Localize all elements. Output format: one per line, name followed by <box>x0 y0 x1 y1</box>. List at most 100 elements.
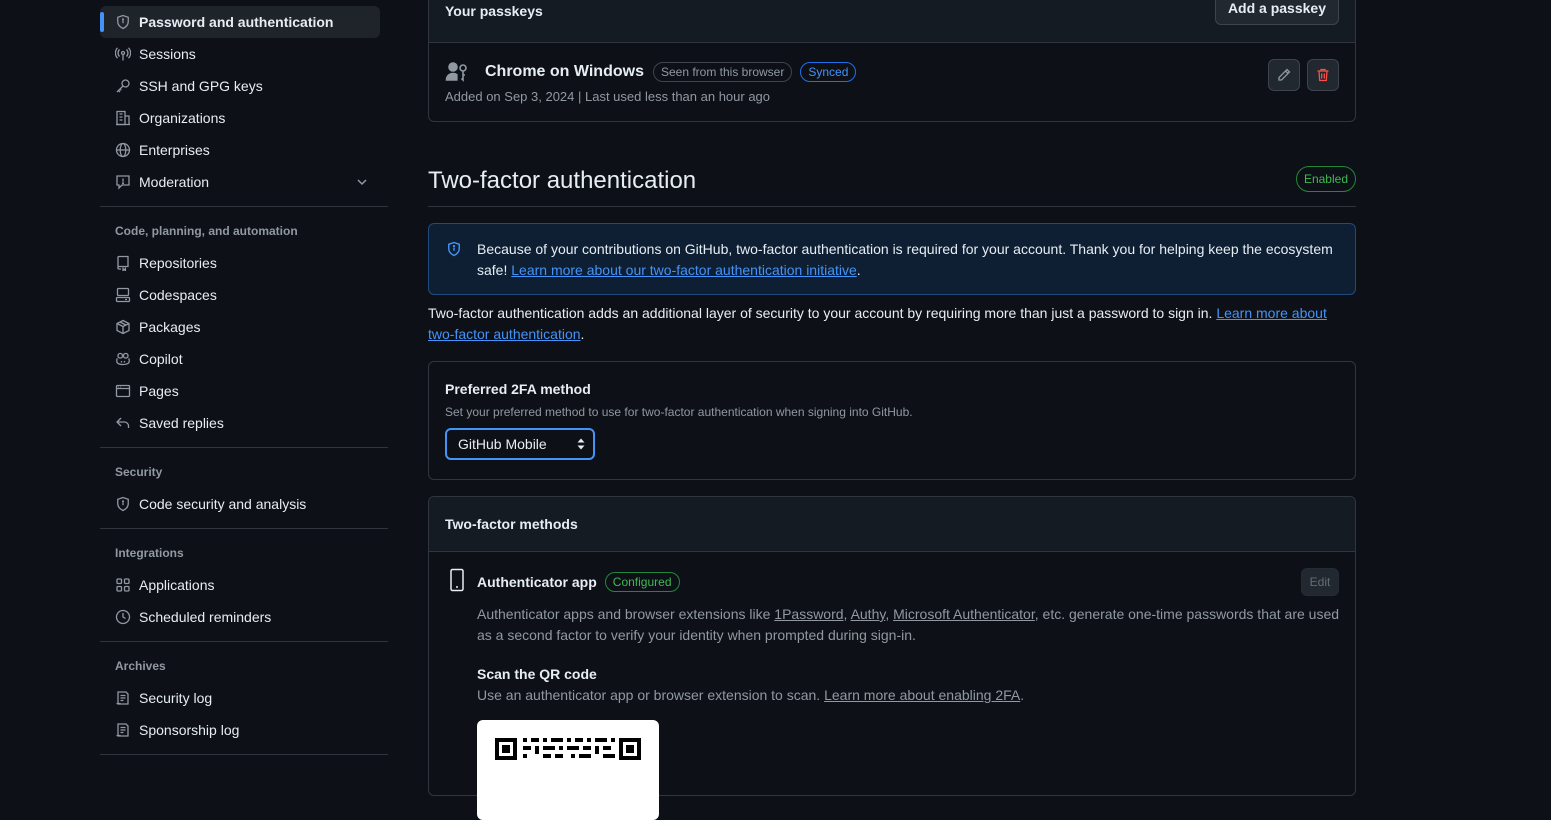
sidebar-divider <box>100 754 388 755</box>
passkey-meta: Added on Sep 3, 2024 | Last used less th… <box>445 89 771 104</box>
sidebar-item-security-log[interactable]: Security log <box>100 682 388 714</box>
delete-passkey-button[interactable] <box>1307 59 1339 91</box>
sidebar-item-applications[interactable]: Applications <box>100 569 388 601</box>
sidebar-divider <box>100 528 388 529</box>
two-factor-methods-title: Two-factor methods <box>429 497 1355 552</box>
sidebar-item-pages[interactable]: Pages <box>100 375 388 407</box>
browser-icon <box>115 383 131 399</box>
passkeys-title: Your passkeys <box>445 3 543 19</box>
scan-qr-title: Scan the QR code <box>477 666 597 682</box>
trash-icon <box>1315 67 1331 83</box>
selected-value: GitHub Mobile <box>458 436 547 452</box>
preferred-2fa-box: Preferred 2FA method Set your preferred … <box>428 361 1356 480</box>
sidebar-item-sponsorship-log[interactable]: Sponsorship log <box>100 714 388 746</box>
sidebar-item-label: Codespaces <box>139 287 217 303</box>
scan-qr-description: Use an authenticator app or browser exte… <box>477 687 1024 703</box>
sidebar-item-label: Security log <box>139 690 213 706</box>
two-factor-header: Two-factor authentication Enabled <box>428 160 1356 207</box>
edit-authenticator-button[interactable]: Edit <box>1301 568 1339 596</box>
sidebar-item-password-authentication[interactable]: Password and authentication <box>100 6 380 38</box>
report-icon <box>115 174 131 190</box>
sidebar-item-label: Repositories <box>139 255 217 271</box>
sidebar-item-label: Organizations <box>139 110 226 126</box>
sidebar-item-enterprises[interactable]: Enterprises <box>100 134 388 166</box>
sidebar-item-code-security[interactable]: Code security and analysis <box>100 488 388 520</box>
sidebar-item-repositories[interactable]: Repositories <box>100 247 388 279</box>
sidebar-item-label: Copilot <box>139 351 183 367</box>
organization-icon <box>115 110 131 126</box>
sidebar-item-codespaces[interactable]: Codespaces <box>100 279 388 311</box>
chevron-down-icon[interactable] <box>354 174 370 190</box>
sidebar-item-saved-replies[interactable]: Saved replies <box>100 407 388 439</box>
preferred-2fa-subtitle: Set your preferred method to use for two… <box>445 405 913 419</box>
codespaces-icon <box>115 287 131 303</box>
description-end: . <box>580 326 585 342</box>
authenticator-app-title: Authenticator app Configured <box>477 572 680 592</box>
sidebar-item-scheduled-reminders[interactable]: Scheduled reminders <box>100 601 388 633</box>
sidebar-item-label: Scheduled reminders <box>139 609 272 625</box>
qr-code-image <box>477 720 659 820</box>
sidebar-item-label: Code security and analysis <box>139 496 307 512</box>
scan-desc-end: . <box>1020 687 1025 703</box>
authenticator-app-title-text: Authenticator app <box>477 574 597 590</box>
authenticator-desc-sep2: , <box>885 606 894 622</box>
sidebar-item-moderation[interactable]: Moderation <box>100 166 388 198</box>
two-factor-description: Two-factor authentication adds an additi… <box>428 303 1356 345</box>
authy-link[interactable]: Authy <box>851 606 886 622</box>
sidebar-item-label: Pages <box>139 383 179 399</box>
log-icon <box>115 690 131 706</box>
preferred-2fa-title: Preferred 2FA method <box>445 381 591 397</box>
authenticator-app-description: Authenticator apps and browser extension… <box>477 604 1347 646</box>
learn-more-enabling-2fa-link[interactable]: Learn more about enabling 2FA <box>824 687 1020 703</box>
qr-code-icon <box>495 738 641 760</box>
seen-from-browser-badge: Seen from this browser <box>652 62 793 82</box>
passkey-name-text: Chrome on Windows <box>485 63 644 80</box>
sidebar-item-ssh-gpg-keys[interactable]: SSH and GPG keys <box>100 70 388 102</box>
configured-badge: Configured <box>604 572 680 592</box>
sidebar-divider <box>100 641 388 642</box>
edit-passkey-button[interactable] <box>1268 59 1300 91</box>
reply-icon <box>115 415 131 431</box>
two-factor-enabled-badge: Enabled <box>1295 166 1356 192</box>
sidebar-item-label: Saved replies <box>139 415 224 431</box>
scan-desc-text: Use an authenticator app or browser exte… <box>477 687 825 703</box>
sidebar-item-label: Enterprises <box>139 142 210 158</box>
sidebar-item-organizations[interactable]: Organizations <box>100 102 388 134</box>
apps-icon <box>115 577 131 593</box>
log-icon <box>115 722 131 738</box>
sidebar-item-label: Password and authentication <box>139 14 334 30</box>
sidebar-heading-integrations: Integrations <box>115 546 184 560</box>
shield-lock-icon <box>115 14 131 30</box>
sidebar-item-label: Sessions <box>139 46 196 62</box>
settings-sidebar: Password and authentication Sessions SSH… <box>100 0 388 763</box>
flash-end: . <box>856 262 861 278</box>
sidebar-divider <box>100 447 388 448</box>
microsoft-authenticator-link[interactable]: Microsoft Authenticator <box>893 606 1035 622</box>
synced-badge: Synced <box>800 62 857 82</box>
repo-icon <box>115 255 131 271</box>
sidebar-item-label: Sponsorship log <box>139 722 240 738</box>
authenticator-desc-sep1: , <box>843 606 851 622</box>
two-factor-info-flash: Because of your contributions on GitHub,… <box>428 223 1356 295</box>
globe-icon <box>115 142 131 158</box>
sidebar-item-packages[interactable]: Packages <box>100 311 388 343</box>
clock-icon <box>115 609 131 625</box>
1password-link[interactable]: 1Password <box>774 606 843 622</box>
pencil-icon <box>1276 67 1292 83</box>
passkey-item: Chrome on Windows Seen from this browser… <box>429 43 1355 123</box>
sidebar-heading-code: Code, planning, and automation <box>115 224 298 238</box>
page-section-title: Two-factor authentication <box>428 167 697 194</box>
sidebar-item-sessions[interactable]: Sessions <box>100 38 388 70</box>
flash-learn-more-link[interactable]: Learn more about our two-factor authenti… <box>511 262 857 278</box>
preferred-2fa-select[interactable]: GitHub Mobile <box>445 428 595 460</box>
passkeys-box: Your passkeys Add a passkey Chrome on Wi… <box>428 0 1356 122</box>
sidebar-item-copilot[interactable]: Copilot <box>100 343 388 375</box>
sidebar-heading-security: Security <box>115 465 163 479</box>
authenticator-desc-pre: Authenticator apps and browser extension… <box>477 606 775 622</box>
device-mobile-icon <box>445 568 469 592</box>
passkey-icon <box>445 60 469 84</box>
passkey-name: Chrome on Windows Seen from this browser… <box>485 62 857 82</box>
shield-lock-icon <box>115 496 131 512</box>
description-text: Two-factor authentication adds an additi… <box>428 305 1217 321</box>
add-passkey-button[interactable]: Add a passkey <box>1214 0 1339 25</box>
